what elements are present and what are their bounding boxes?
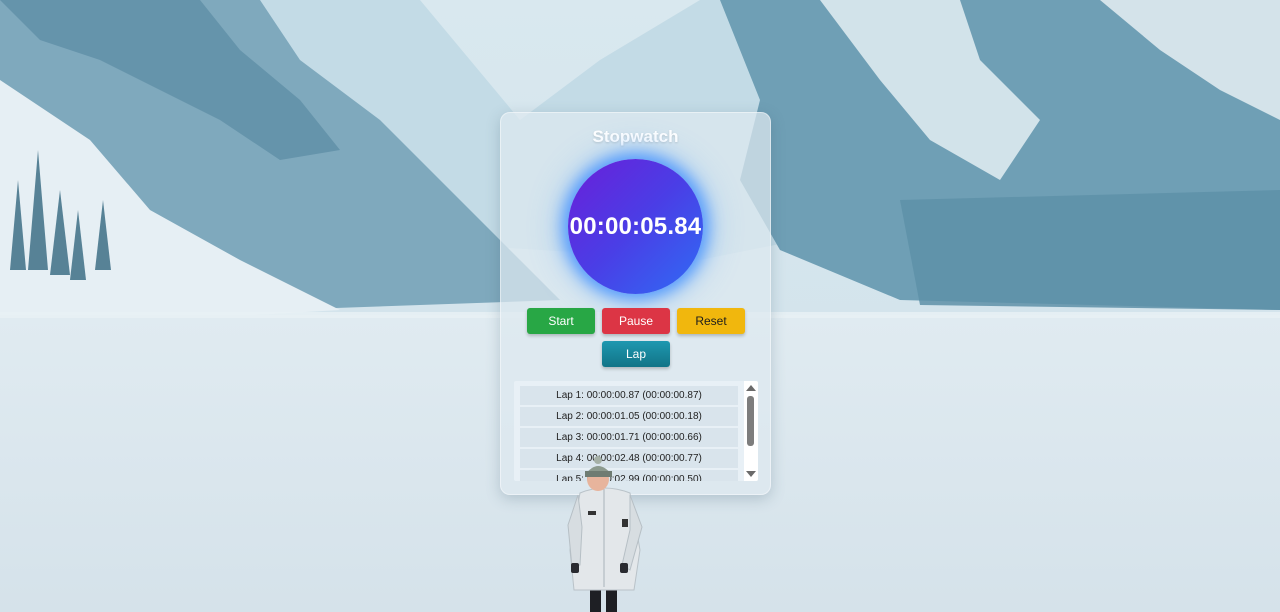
person-in-snow-figure: [567, 456, 643, 612]
background-scene: Stopwatch 00:00:05.84 Start Pause Reset …: [0, 0, 1280, 612]
lap-list-scrollbar[interactable]: [744, 381, 758, 481]
pause-button[interactable]: Pause: [602, 308, 670, 334]
stopwatch-dial: 00:00:05.84: [568, 159, 703, 294]
scroll-up-arrow-icon[interactable]: [746, 385, 756, 391]
lap-item: Lap 3: 00:00:01.71 (00:00:00.66): [520, 428, 738, 447]
scroll-down-arrow-icon[interactable]: [746, 471, 756, 477]
lap-button[interactable]: Lap: [602, 341, 670, 367]
elapsed-time-display: 00:00:05.84: [569, 212, 702, 240]
stopwatch-title: Stopwatch: [592, 127, 679, 146]
reset-button[interactable]: Reset: [677, 308, 745, 334]
lap-item: Lap 2: 00:00:01.05 (00:00:00.18): [520, 407, 738, 426]
scroll-thumb[interactable]: [747, 396, 754, 446]
stopwatch-card: Stopwatch 00:00:05.84 Start Pause Reset …: [500, 112, 771, 495]
lap-item: Lap 1: 00:00:00.87 (00:00:00.87): [520, 386, 738, 405]
start-button[interactable]: Start: [527, 308, 595, 334]
